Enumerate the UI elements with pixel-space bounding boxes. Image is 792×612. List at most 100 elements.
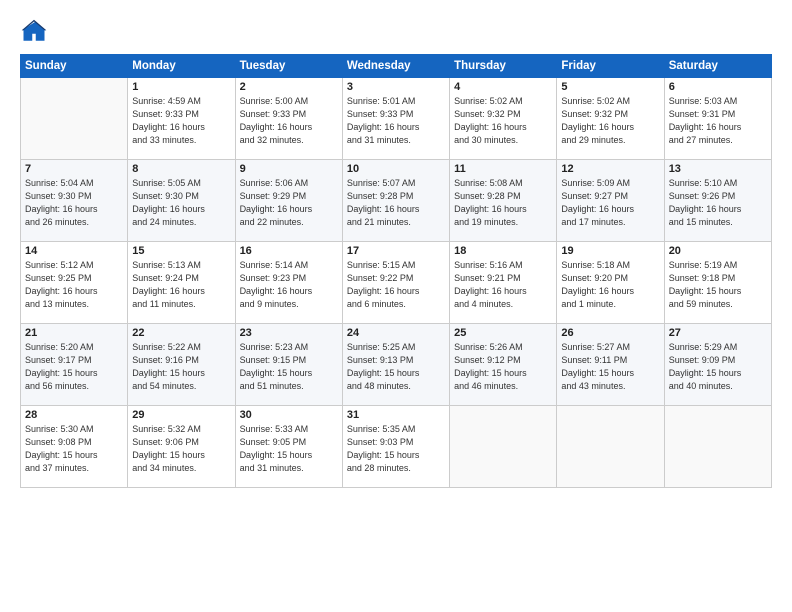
day-info: Sunrise: 5:07 AM Sunset: 9:28 PM Dayligh… (347, 177, 445, 229)
day-number: 23 (240, 327, 338, 339)
day-info: Sunrise: 5:09 AM Sunset: 9:27 PM Dayligh… (561, 177, 659, 229)
day-info: Sunrise: 5:00 AM Sunset: 9:33 PM Dayligh… (240, 95, 338, 147)
day-number: 14 (25, 245, 123, 257)
day-info: Sunrise: 5:10 AM Sunset: 9:26 PM Dayligh… (669, 177, 767, 229)
header-cell-friday: Friday (557, 55, 664, 78)
day-cell: 29 Sunrise: 5:32 AM Sunset: 9:06 PM Dayli… (128, 406, 235, 488)
day-info: Sunrise: 5:04 AM Sunset: 9:30 PM Dayligh… (25, 177, 123, 229)
header-cell-sunday: Sunday (21, 55, 128, 78)
day-cell: 3 Sunrise: 5:01 AM Sunset: 9:33 PM Daylig… (342, 78, 449, 160)
week-row-5: 28 Sunrise: 5:30 AM Sunset: 9:08 PM Dayli… (21, 406, 772, 488)
day-info: Sunrise: 5:33 AM Sunset: 9:05 PM Dayligh… (240, 423, 338, 475)
day-cell: 31Sunrise: 5:35 AM Sunset: 9:03 PM Dayli… (342, 406, 449, 488)
day-cell: 15 Sunrise: 5:13 AM Sunset: 9:24 PM Dayli… (128, 242, 235, 324)
day-info: Sunrise: 5:19 AM Sunset: 9:18 PM Dayligh… (669, 259, 767, 311)
day-cell: 13 Sunrise: 5:10 AM Sunset: 9:26 PM Dayli… (664, 160, 771, 242)
header (20, 18, 772, 46)
day-number: 5 (561, 81, 659, 93)
day-number: 28 (25, 409, 123, 421)
day-info: Sunrise: 5:14 AM Sunset: 9:23 PM Dayligh… (240, 259, 338, 311)
day-cell: 6Sunrise: 5:03 AM Sunset: 9:31 PM Daylig… (664, 78, 771, 160)
day-cell: 5 Sunrise: 5:02 AM Sunset: 9:32 PM Daylig… (557, 78, 664, 160)
day-number: 30 (240, 409, 338, 421)
day-cell: 8Sunrise: 5:05 AM Sunset: 9:30 PM Daylig… (128, 160, 235, 242)
calendar-page: SundayMondayTuesdayWednesdayThursdayFrid… (0, 0, 792, 612)
day-cell: 30 Sunrise: 5:33 AM Sunset: 9:05 PM Dayli… (235, 406, 342, 488)
day-number: 10 (347, 163, 445, 175)
day-info: Sunrise: 5:12 AM Sunset: 9:25 PM Dayligh… (25, 259, 123, 311)
day-info: Sunrise: 5:08 AM Sunset: 9:28 PM Dayligh… (454, 177, 552, 229)
header-cell-saturday: Saturday (664, 55, 771, 78)
day-info: Sunrise: 5:27 AM Sunset: 9:11 PM Dayligh… (561, 341, 659, 393)
day-number: 13 (669, 163, 767, 175)
header-cell-wednesday: Wednesday (342, 55, 449, 78)
day-cell: 22Sunrise: 5:22 AM Sunset: 9:16 PM Dayli… (128, 324, 235, 406)
day-number: 26 (561, 327, 659, 339)
calendar-table: SundayMondayTuesdayWednesdayThursdayFrid… (20, 54, 772, 488)
day-info: Sunrise: 5:05 AM Sunset: 9:30 PM Dayligh… (132, 177, 230, 229)
day-info: Sunrise: 5:23 AM Sunset: 9:15 PM Dayligh… (240, 341, 338, 393)
header-cell-monday: Monday (128, 55, 235, 78)
day-number: 6 (669, 81, 767, 93)
day-cell: 24 Sunrise: 5:25 AM Sunset: 9:13 PM Dayli… (342, 324, 449, 406)
day-cell: 25 Sunrise: 5:26 AM Sunset: 9:12 PM Dayli… (450, 324, 557, 406)
day-cell: 26 Sunrise: 5:27 AM Sunset: 9:11 PM Dayli… (557, 324, 664, 406)
day-cell: 27 Sunrise: 5:29 AM Sunset: 9:09 PM Dayli… (664, 324, 771, 406)
header-row: SundayMondayTuesdayWednesdayThursdayFrid… (21, 55, 772, 78)
day-info: Sunrise: 5:30 AM Sunset: 9:08 PM Dayligh… (25, 423, 123, 475)
day-info: Sunrise: 5:01 AM Sunset: 9:33 PM Dayligh… (347, 95, 445, 147)
week-row-4: 21Sunrise: 5:20 AM Sunset: 9:17 PM Dayli… (21, 324, 772, 406)
day-number: 3 (347, 81, 445, 93)
day-cell (664, 406, 771, 488)
logo-icon (20, 18, 48, 46)
day-info: Sunrise: 5:29 AM Sunset: 9:09 PM Dayligh… (669, 341, 767, 393)
day-info: Sunrise: 5:25 AM Sunset: 9:13 PM Dayligh… (347, 341, 445, 393)
day-number: 20 (669, 245, 767, 257)
day-number: 18 (454, 245, 552, 257)
day-info: Sunrise: 5:02 AM Sunset: 9:32 PM Dayligh… (561, 95, 659, 147)
day-cell: 17 Sunrise: 5:15 AM Sunset: 9:22 PM Dayli… (342, 242, 449, 324)
header-cell-thursday: Thursday (450, 55, 557, 78)
day-cell: 20 Sunrise: 5:19 AM Sunset: 9:18 PM Dayli… (664, 242, 771, 324)
day-number: 17 (347, 245, 445, 257)
day-number: 25 (454, 327, 552, 339)
day-number: 29 (132, 409, 230, 421)
day-info: Sunrise: 5:35 AM Sunset: 9:03 PM Dayligh… (347, 423, 445, 475)
day-cell: 2 Sunrise: 5:00 AM Sunset: 9:33 PM Daylig… (235, 78, 342, 160)
day-info: Sunrise: 5:15 AM Sunset: 9:22 PM Dayligh… (347, 259, 445, 311)
day-cell: 28 Sunrise: 5:30 AM Sunset: 9:08 PM Dayli… (21, 406, 128, 488)
day-cell: 12Sunrise: 5:09 AM Sunset: 9:27 PM Dayli… (557, 160, 664, 242)
day-info: Sunrise: 4:59 AM Sunset: 9:33 PM Dayligh… (132, 95, 230, 147)
day-number: 21 (25, 327, 123, 339)
day-number: 11 (454, 163, 552, 175)
day-number: 27 (669, 327, 767, 339)
day-cell: 14 Sunrise: 5:12 AM Sunset: 9:25 PM Dayli… (21, 242, 128, 324)
day-info: Sunrise: 5:13 AM Sunset: 9:24 PM Dayligh… (132, 259, 230, 311)
logo (20, 18, 52, 46)
week-row-3: 14 Sunrise: 5:12 AM Sunset: 9:25 PM Dayli… (21, 242, 772, 324)
day-cell: 1 Sunrise: 4:59 AM Sunset: 9:33 PM Daylig… (128, 78, 235, 160)
day-cell: 19Sunrise: 5:18 AM Sunset: 9:20 PM Dayli… (557, 242, 664, 324)
day-info: Sunrise: 5:32 AM Sunset: 9:06 PM Dayligh… (132, 423, 230, 475)
day-info: Sunrise: 5:26 AM Sunset: 9:12 PM Dayligh… (454, 341, 552, 393)
day-cell: 23 Sunrise: 5:23 AM Sunset: 9:15 PM Dayli… (235, 324, 342, 406)
day-number: 4 (454, 81, 552, 93)
day-cell (450, 406, 557, 488)
day-number: 19 (561, 245, 659, 257)
week-row-1: 1 Sunrise: 4:59 AM Sunset: 9:33 PM Daylig… (21, 78, 772, 160)
day-number: 2 (240, 81, 338, 93)
day-cell: 21Sunrise: 5:20 AM Sunset: 9:17 PM Dayli… (21, 324, 128, 406)
day-info: Sunrise: 5:16 AM Sunset: 9:21 PM Dayligh… (454, 259, 552, 311)
day-cell: 9Sunrise: 5:06 AM Sunset: 9:29 PM Daylig… (235, 160, 342, 242)
day-cell: 10 Sunrise: 5:07 AM Sunset: 9:28 PM Dayli… (342, 160, 449, 242)
day-info: Sunrise: 5:02 AM Sunset: 9:32 PM Dayligh… (454, 95, 552, 147)
day-number: 24 (347, 327, 445, 339)
day-cell (557, 406, 664, 488)
week-row-2: 7Sunrise: 5:04 AM Sunset: 9:30 PM Daylig… (21, 160, 772, 242)
day-number: 16 (240, 245, 338, 257)
day-info: Sunrise: 5:22 AM Sunset: 9:16 PM Dayligh… (132, 341, 230, 393)
header-cell-tuesday: Tuesday (235, 55, 342, 78)
day-number: 1 (132, 81, 230, 93)
day-cell: 4 Sunrise: 5:02 AM Sunset: 9:32 PM Daylig… (450, 78, 557, 160)
day-number: 15 (132, 245, 230, 257)
